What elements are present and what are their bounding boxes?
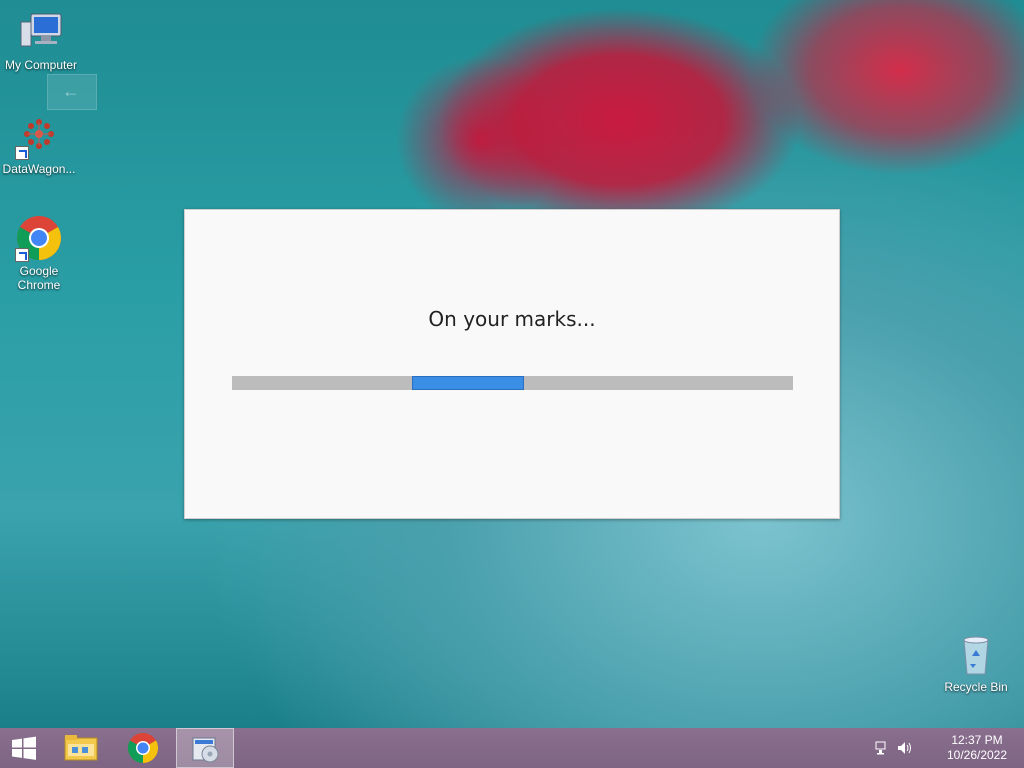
desktop-icon-label: Recycle Bin bbox=[944, 680, 1008, 694]
desktop-icon-google-chrome[interactable]: Google Chrome bbox=[0, 214, 80, 292]
clock-date: 10/26/2022 bbox=[946, 748, 1008, 762]
desktop-icon-label: DataWagon... bbox=[2, 162, 76, 176]
setup-dialog: On your marks... bbox=[184, 209, 840, 519]
windows-start-icon bbox=[12, 736, 36, 760]
taskbar: 12:37 PM 10/26/2022 bbox=[0, 728, 1024, 768]
dialog-title: On your marks... bbox=[428, 307, 596, 331]
setup-installer-icon bbox=[192, 737, 219, 763]
desktop-icon-my-computer[interactable]: My Computer bbox=[0, 8, 82, 72]
computer-icon bbox=[17, 8, 65, 56]
progress-indicator bbox=[411, 376, 524, 390]
back-arrow-overlay: ← bbox=[47, 74, 97, 110]
chrome-icon bbox=[127, 733, 159, 763]
start-button[interactable] bbox=[0, 728, 48, 768]
taskbar-chrome[interactable] bbox=[114, 728, 172, 768]
clock[interactable]: 12:37 PM 10/26/2022 bbox=[942, 733, 1012, 763]
chrome-icon bbox=[15, 214, 63, 262]
system-tray: 12:37 PM 10/26/2022 bbox=[875, 728, 1024, 768]
arrow-left-icon: ← bbox=[62, 81, 80, 101]
progress-bar bbox=[232, 376, 793, 390]
desktop-icon-label: Google Chrome bbox=[17, 264, 61, 292]
desktop-icon-datawagon[interactable]: DataWagon... bbox=[0, 112, 80, 176]
taskbar-setup[interactable] bbox=[176, 728, 234, 768]
desktop-background: My Computer ← DataWagon... Google Chrome… bbox=[0, 0, 1024, 728]
desktop-icon-label: My Computer bbox=[4, 58, 78, 72]
datawagon-icon bbox=[15, 112, 63, 160]
shortcut-arrow-icon bbox=[15, 146, 29, 160]
volume-icon[interactable] bbox=[896, 740, 914, 756]
shortcut-arrow-icon bbox=[15, 248, 29, 262]
clock-time: 12:37 PM bbox=[951, 733, 1003, 747]
network-icon[interactable] bbox=[874, 740, 890, 756]
desktop-icon-recycle-bin[interactable]: Recycle Bin bbox=[936, 630, 1016, 694]
file-explorer-icon bbox=[64, 735, 98, 761]
recycle-bin-icon bbox=[952, 630, 1000, 678]
taskbar-file-explorer[interactable] bbox=[52, 728, 110, 768]
